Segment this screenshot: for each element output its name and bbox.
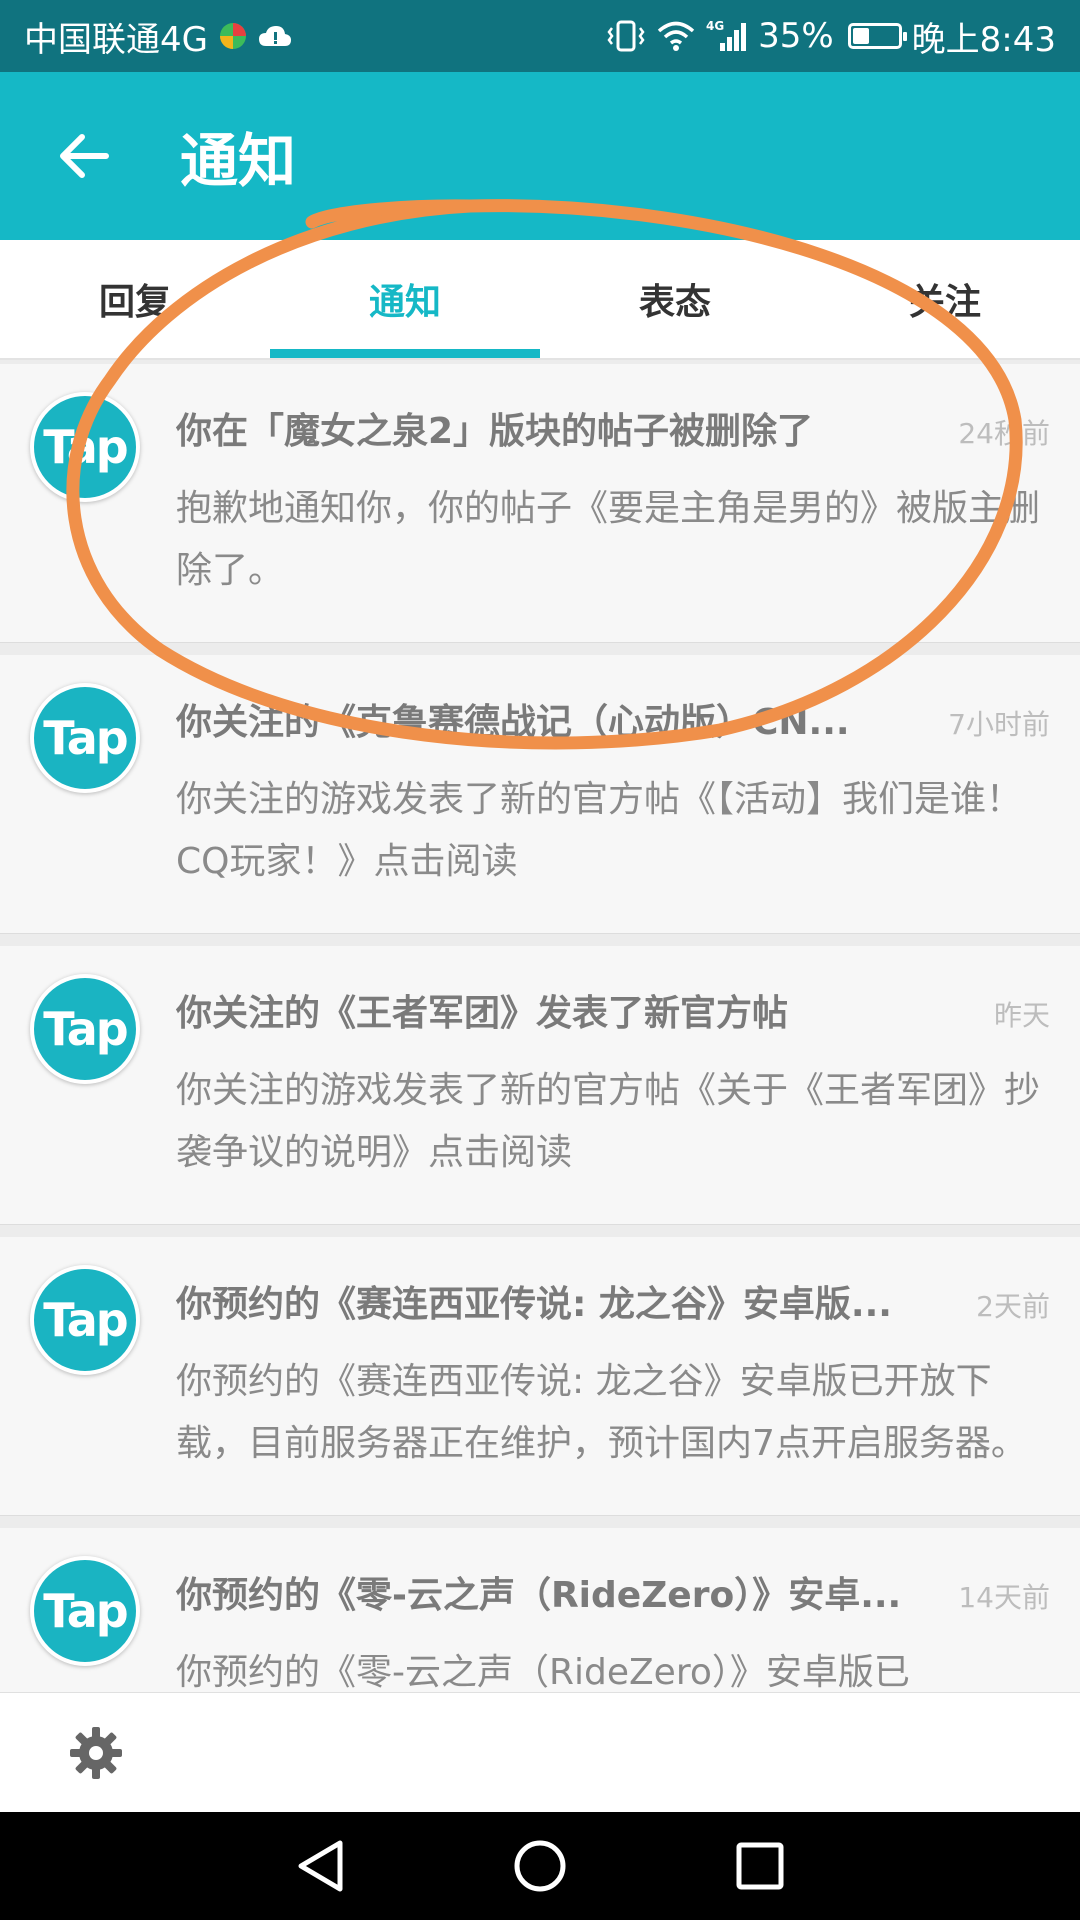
notification-title: 你关注的《王者军团》发表了新官方帖 [176, 993, 789, 1034]
battery-icon [847, 23, 907, 49]
notification-title: 你关注的《克鲁赛德战记（心动版）CN... [176, 702, 850, 743]
settings-button[interactable] [46, 1703, 146, 1803]
notification-title: 你预约的《零-云之声（RideZero）》安卓... [176, 1575, 902, 1616]
navigation-bar [0, 1812, 1080, 1920]
notification-list[interactable]: Tap 你在「魔女之泉2」版块的帖子被删除了 24秒前 抱歉地通知你，你的帖子《… [0, 364, 1080, 1692]
notification-body: 你关注的游戏发表了新的官方帖《关于《王者军团》抄袭争议的说明》点击阅读 [176, 1070, 1041, 1173]
notification-item[interactable]: Tap 你在「魔女之泉2」版块的帖子被删除了 24秒前 抱歉地通知你，你的帖子《… [0, 364, 1080, 643]
status-bar-right: 4G 35% 晚上8:43 [606, 12, 1056, 61]
recents-square-icon [736, 1842, 784, 1890]
notification-time: 14天前 [958, 1581, 1050, 1614]
bottom-bar [0, 1692, 1080, 1812]
status-bar-left: 中国联通4G [24, 12, 292, 61]
notification-item[interactable]: Tap 你预约的《赛连西亚传说: 龙之谷》安卓版... 2天前 你预约的《赛连西… [0, 1237, 1080, 1516]
cloud-icon [258, 24, 292, 48]
tap-avatar: Tap [30, 392, 140, 502]
notification-item[interactable]: Tap 你预约的《零-云之声（RideZero）》安卓... 14天前 你预约的… [0, 1528, 1080, 1692]
tap-avatar: Tap [30, 683, 140, 793]
status-bar: 中国联通4G 4G 35% 晚上8:43 [0, 0, 1080, 72]
battery-level [852, 28, 870, 44]
tab-reaction[interactable]: 表态 [540, 240, 810, 358]
nav-back-button[interactable] [280, 1826, 360, 1906]
notification-time: 24秒前 [958, 417, 1050, 450]
notification-header: 你关注的《王者军团》发表了新官方帖 昨天 [176, 984, 1050, 1036]
notification-item[interactable]: Tap 你关注的《克鲁赛德战记（心动版）CN... 7小时前 你关注的游戏发表了… [0, 655, 1080, 934]
arrow-left-icon [60, 134, 109, 178]
page-title: 通知 [180, 127, 297, 195]
notification-time: 7小时前 [948, 708, 1050, 741]
notification-body: 你预约的《零-云之声（RideZero）》安卓版已 [176, 1652, 910, 1692]
wifi-icon [656, 20, 696, 52]
app-logo-icon [218, 21, 248, 51]
notification-title: 你预约的《赛连西亚传说: 龙之谷》安卓版... [176, 1284, 892, 1325]
notification-body: 你预约的《赛连西亚传说: 龙之谷》安卓版已开放下载，目前服务器正在维护，预计国内… [176, 1361, 1027, 1464]
tab-bar: 回复 通知 表态 关注 [0, 240, 1080, 360]
notification-header: 你关注的《克鲁赛德战记（心动版）CN... 7小时前 [176, 693, 1050, 745]
nav-recents-button[interactable] [720, 1826, 800, 1906]
vibrate-icon [606, 19, 646, 53]
notification-body: 你关注的游戏发表了新的官方帖《【活动】我们是谁！CQ玩家！》点击阅读 [176, 779, 1023, 882]
notification-title: 你在「魔女之泉2」版块的帖子被删除了 [176, 411, 814, 452]
tab-reply[interactable]: 回复 [0, 240, 270, 358]
notification-time: 2天前 [976, 1290, 1050, 1323]
app-bar: 通知 [0, 72, 1080, 240]
back-button[interactable] [24, 96, 144, 216]
notification-header: 你在「魔女之泉2」版块的帖子被删除了 24秒前 [176, 402, 1050, 454]
notification-body: 抱歉地通知你，你的帖子《要是主角是男的》被版主删除了。 [176, 488, 1041, 591]
svg-text:4G: 4G [706, 19, 724, 33]
notification-header: 你预约的《赛连西亚传说: 龙之谷》安卓版... 2天前 [176, 1275, 1050, 1327]
notification-time: 昨天 [993, 999, 1050, 1032]
notification-item[interactable]: Tap 你关注的《王者军团》发表了新官方帖 昨天 你关注的游戏发表了新的官方帖《… [0, 946, 1080, 1225]
carrier-label: 中国联通4G [24, 19, 208, 60]
clock: 晚上8:43 [911, 19, 1056, 60]
tap-avatar: Tap [30, 974, 140, 1084]
notification-header: 你预约的《零-云之声（RideZero）》安卓... 14天前 [176, 1566, 1050, 1618]
tap-avatar: Tap [30, 1265, 140, 1375]
tap-avatar: Tap [30, 1556, 140, 1666]
gear-icon [70, 1726, 122, 1779]
nav-home-button[interactable] [500, 1826, 580, 1906]
signal-icon: 4G [706, 19, 748, 53]
battery-percent: 35% [758, 16, 834, 56]
tab-follow[interactable]: 关注 [810, 240, 1080, 358]
back-triangle-icon [298, 1840, 343, 1892]
home-circle-icon [514, 1840, 566, 1892]
tab-notice[interactable]: 通知 [270, 240, 540, 358]
